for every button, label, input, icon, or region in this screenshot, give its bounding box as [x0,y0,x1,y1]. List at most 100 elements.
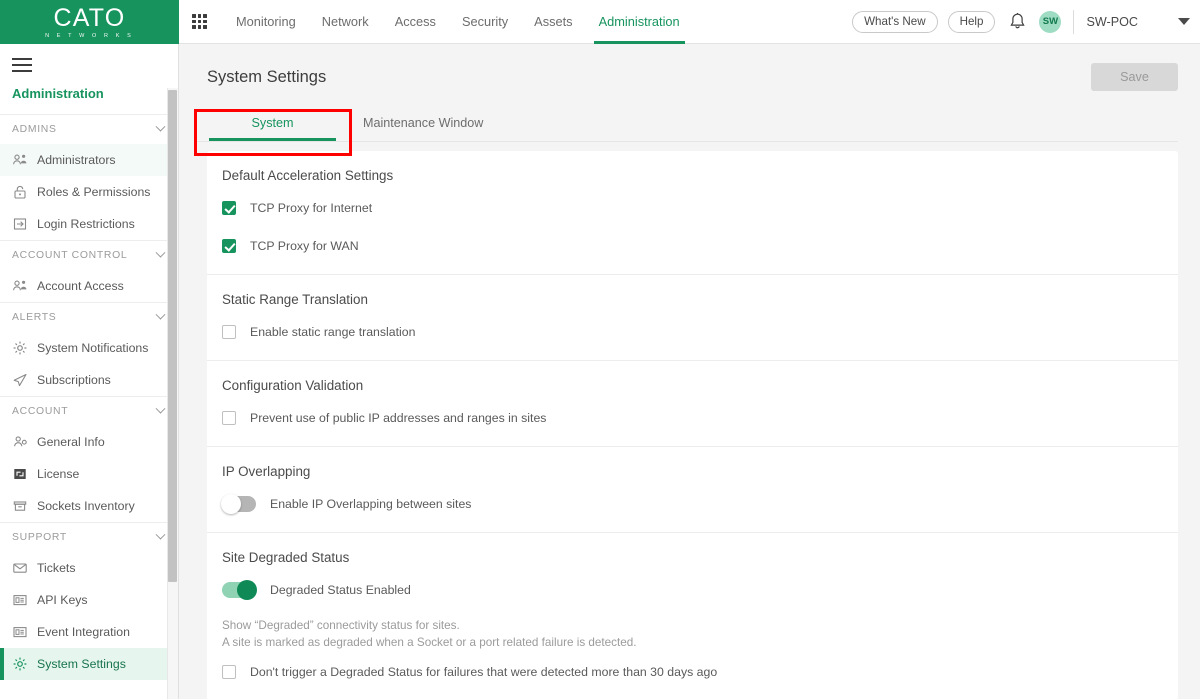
chevron-down-icon[interactable] [155,309,166,320]
setting-row: Prevent use of public IP addresses and r… [222,407,1178,429]
cato-logo[interactable]: CATO N E T W O R K S [0,0,179,44]
chevron-down-icon[interactable] [155,121,166,132]
sidebar-item-account-access[interactable]: Account Access [0,270,178,302]
toggle-knob [221,494,241,514]
save-button[interactable]: Save [1091,63,1178,91]
grid-apps-icon[interactable] [192,14,207,29]
nav-item-security[interactable]: Security [449,0,521,44]
users-icon [12,278,28,294]
sidebar-item-license[interactable]: License [0,458,178,490]
key-card-icon [12,592,28,608]
sidebar-item-label: Roles & Permissions [37,185,151,199]
setting-label: TCP Proxy for Internet [250,201,373,215]
sidebar-sections: ADMINS Administrators Roles & Permissions L… [0,114,178,680]
sidebar-item-general-info[interactable]: General Info [0,426,178,458]
sidebar-group-label: ACCOUNT [12,406,69,417]
gear-icon [12,656,28,672]
sidebar-item-administrators[interactable]: Administrators [0,144,178,176]
setting-label: Prevent use of public IP addresses and r… [250,411,547,425]
setting-row: Enable static range translation [222,321,1178,343]
envelope-icon [12,560,28,576]
section-title: IP Overlapping [222,464,311,479]
setting-row: Don't trigger a Degraded Status for fail… [222,661,1178,683]
setting-label: Degraded Status Enabled [270,583,411,597]
top-navigation-bar: Monitoring Network Access Security Assets Adm… [179,0,1200,44]
sidebar-group-label: ACCOUNT CONTROL [12,250,128,261]
sidebar-item-label: Tickets [37,561,76,575]
settings-card: Static Range Translation Enable static ra… [207,275,1178,361]
checkbox-enable-static-range-translation[interactable] [222,325,236,339]
sidebar-item-system-notifications[interactable]: System Notifications [0,332,178,364]
note-line: A site is marked as degraded when a Sock… [222,636,637,649]
sidebar-group-label: ALERTS [12,312,57,323]
sidebar-item-subscriptions[interactable]: Subscriptions [0,364,178,396]
top-right-controls: What's New Help SW SW-POC [852,0,1200,44]
setting-label: TCP Proxy for WAN [250,239,359,253]
sidebar-item-login-restrictions[interactable]: Login Restrictions [0,208,178,240]
page-title: System Settings [207,67,327,86]
gear-icon [12,340,28,356]
sidebar-item-label: Account Access [37,279,124,293]
page-header: System Settings Save [179,44,1200,91]
setting-row: Enable IP Overlapping between sites [221,493,1178,515]
toggle-enable-ip-overlapping-between-sites[interactable] [221,494,256,514]
nav-item-access[interactable]: Access [382,0,449,44]
logo-wordmark: CATO [53,3,126,32]
note-line: Show “Degraded” connectivity status for … [222,619,460,632]
avatar[interactable]: SW [1039,10,1062,33]
nav-item-administration[interactable]: Administration [586,0,693,44]
chevron-down-icon[interactable] [155,247,166,258]
sidebar-group-admins[interactable]: ADMINS [0,114,178,144]
bell-icon[interactable] [1005,10,1029,34]
toggle-degraded-status-enabled[interactable] [222,580,257,600]
checkbox-tcp-proxy-for-internet[interactable] [222,201,236,215]
settings-card-list: Default Acceleration Settings TCP Proxy f… [207,151,1178,699]
sidebar-item-sockets-inventory[interactable]: Sockets Inventory [0,490,178,522]
sidebar-group-label: ADMINS [12,124,57,135]
sidebar-item-tickets[interactable]: Tickets [0,552,178,584]
sidebar-scrollbar[interactable] [167,88,178,699]
caret-down-icon[interactable] [1178,18,1190,25]
sidebar-group-account[interactable]: ACCOUNT [0,396,178,426]
sidebar-item-system-settings[interactable]: System Settings [0,648,178,680]
section-notes: Show “Degraded” connectivity status for … [222,617,1178,651]
main-content: System Settings Save System Maintenance W… [179,44,1200,699]
sidebar-group-alerts[interactable]: ALERTS [0,302,178,332]
divider [1073,9,1075,34]
sidebar-item-event-integration[interactable]: Event Integration [0,616,178,648]
section-title: Static Range Translation [222,292,368,307]
nav-item-network[interactable]: Network [309,0,382,44]
checkbox-tcp-proxy-for-wan[interactable] [222,239,236,253]
settings-card: Configuration Validation Prevent use of p… [207,361,1178,447]
setting-row: TCP Proxy for Internet [222,197,1178,219]
sidebar-item-label: License [37,467,80,481]
sidebar-item-label: General Info [37,435,105,449]
logo-subtext: N E T W O R K S [45,32,134,39]
settings-card: IP Overlapping Enable IP Overlapping betw… [207,447,1178,533]
sidebar-item-roles-permissions[interactable]: Roles & Permissions [0,176,178,208]
sidebar-group-account-control[interactable]: ACCOUNT CONTROL [0,240,178,270]
sidebar-item-label: Login Restrictions [37,217,135,231]
checkbox-don-t-trigger-a-degraded-status-for-fail[interactable] [222,665,236,679]
tabs-container: System Maintenance Window [179,106,1200,156]
hamburger-menu-icon[interactable] [12,58,32,72]
whats-new-button[interactable]: What's New [852,10,938,33]
chevron-down-icon[interactable] [155,403,166,414]
scrollbar-thumb[interactable] [168,90,177,582]
sidebar-item-label: Event Integration [37,625,130,639]
help-button[interactable]: Help [947,10,996,33]
sidebar-item-label: System Settings [37,657,126,671]
sidebar-item-api-keys[interactable]: API Keys [0,584,178,616]
sidebar-group-support[interactable]: SUPPORT [0,522,178,552]
tab-list: System Maintenance Window [194,106,1178,142]
sidebar-item-label: System Notifications [37,341,149,355]
chevron-down-icon[interactable] [155,529,166,540]
nav-item-monitoring[interactable]: Monitoring [223,0,309,44]
nav-item-assets[interactable]: Assets [521,0,585,44]
tab-system[interactable]: System [194,105,351,141]
tab-maintenance-window[interactable]: Maintenance Window [351,105,495,141]
login-arrow-icon [12,216,28,232]
settings-card: Default Acceleration Settings TCP Proxy f… [207,151,1178,275]
sidebar-title: Administration [12,86,104,101]
checkbox-prevent-use-of-public-ip-addresses-and-r[interactable] [222,411,236,425]
